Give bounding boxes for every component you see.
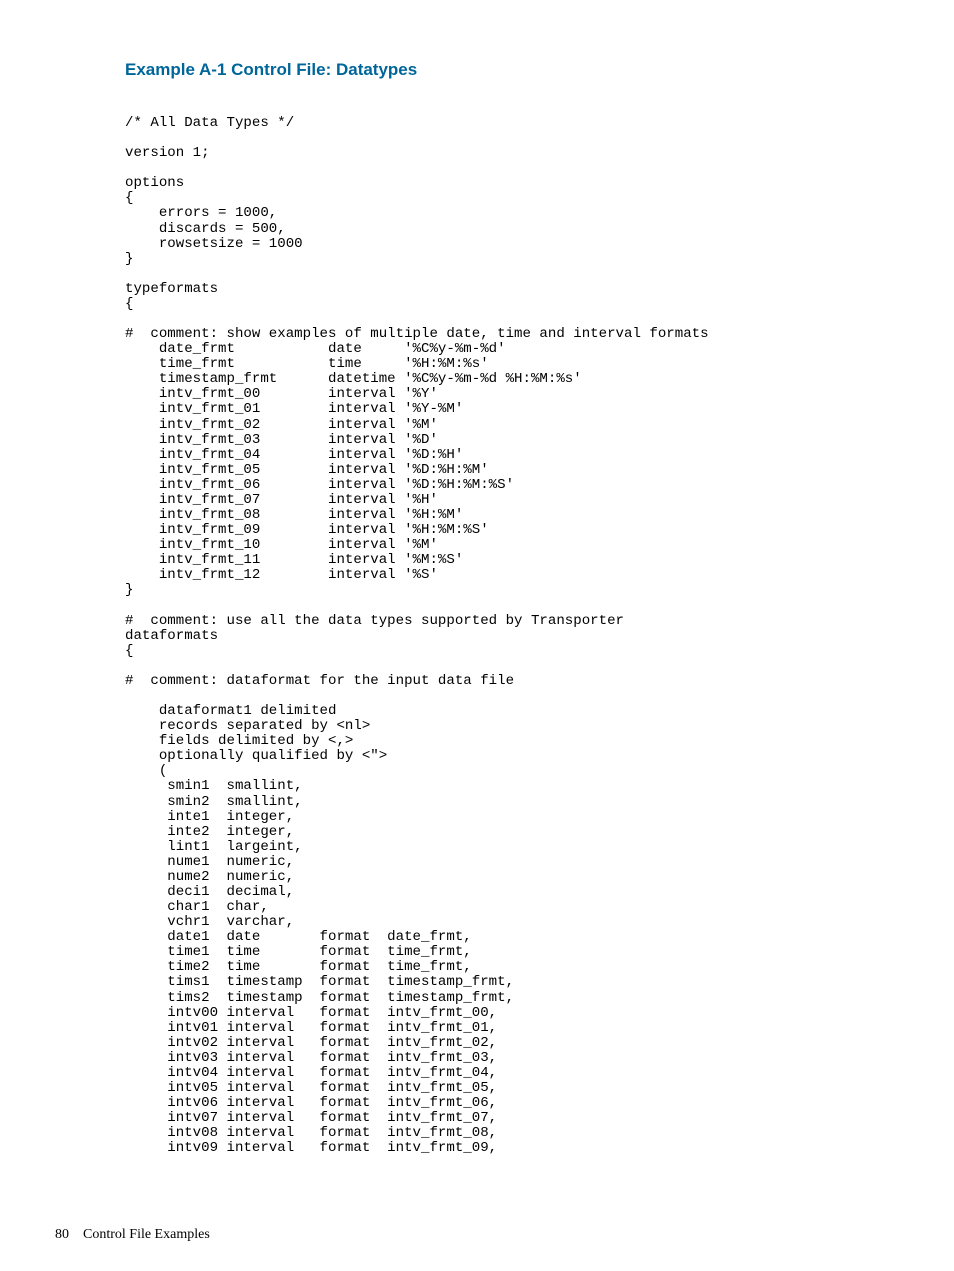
example-heading: Example A-1 Control File: Datatypes [125, 60, 884, 80]
page-footer: 80 Control File Examples [55, 1227, 210, 1243]
page-number: 80 [55, 1227, 69, 1242]
footer-section-title: Control File Examples [83, 1227, 210, 1242]
code-block: /* All Data Types */ version 1; options … [125, 116, 884, 1156]
page: Example A-1 Control File: Datatypes /* A… [0, 0, 954, 1271]
